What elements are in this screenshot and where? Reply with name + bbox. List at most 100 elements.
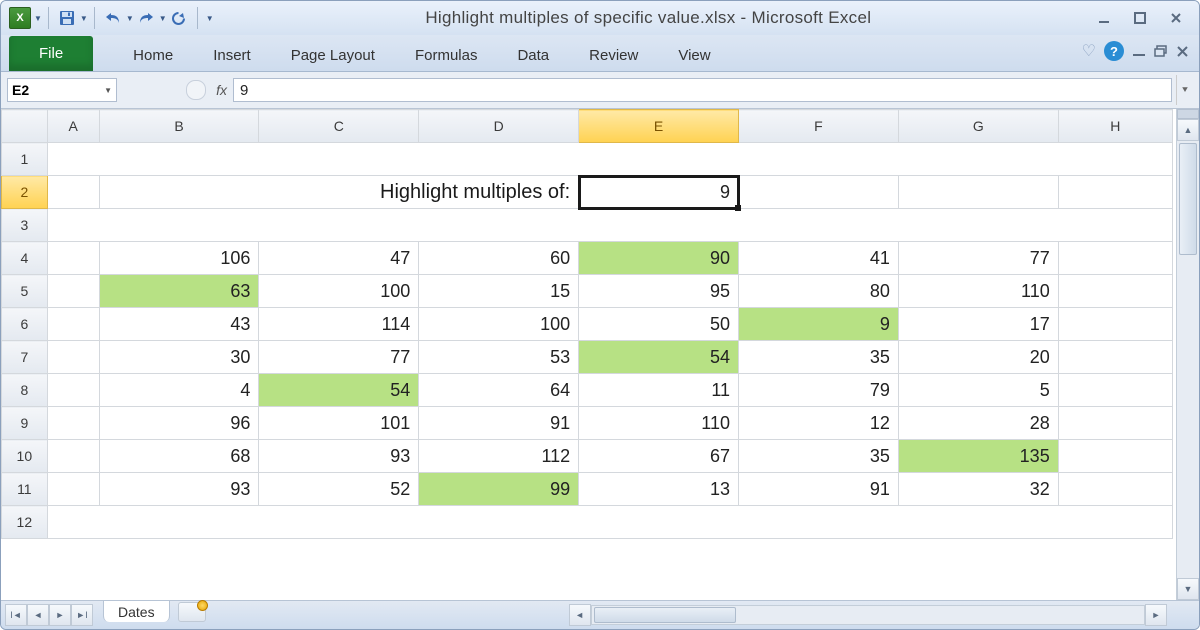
row-header-3[interactable]: 3 bbox=[2, 209, 48, 242]
cell-F7[interactable]: 35 bbox=[739, 341, 899, 374]
sheet-nav-last-icon[interactable]: ►I bbox=[71, 604, 93, 626]
save-dropdown-icon[interactable]: ▼ bbox=[80, 14, 88, 23]
sheet-tab-dates[interactable]: Dates bbox=[103, 600, 170, 622]
row-header-5[interactable]: 5 bbox=[2, 275, 48, 308]
cell-E9[interactable]: 110 bbox=[579, 407, 739, 440]
app-menu-dropdown-icon[interactable]: ▼ bbox=[34, 14, 42, 23]
cell-A5[interactable] bbox=[47, 275, 99, 308]
maximize-button[interactable] bbox=[1125, 6, 1155, 30]
col-header-C[interactable]: C bbox=[259, 110, 419, 143]
cell-C11[interactable]: 52 bbox=[259, 473, 419, 506]
cell-G10[interactable]: 135 bbox=[898, 440, 1058, 473]
cell-H11[interactable] bbox=[1058, 473, 1172, 506]
hscroll-track[interactable] bbox=[591, 605, 1145, 625]
cell-B4[interactable]: 106 bbox=[99, 242, 259, 275]
cell-B5[interactable]: 63 bbox=[99, 275, 259, 308]
tab-data[interactable]: Data bbox=[497, 39, 569, 71]
cell-B9[interactable]: 96 bbox=[99, 407, 259, 440]
cell-H4[interactable] bbox=[1058, 242, 1172, 275]
row-header-7[interactable]: 7 bbox=[2, 341, 48, 374]
row-header-11[interactable]: 11 bbox=[2, 473, 48, 506]
cell-C5[interactable]: 100 bbox=[259, 275, 419, 308]
cell[interactable] bbox=[47, 506, 1172, 539]
cell-F2[interactable] bbox=[739, 176, 899, 209]
workbook-close-icon[interactable] bbox=[1176, 45, 1189, 58]
col-header-H[interactable]: H bbox=[1058, 110, 1172, 143]
cell-C7[interactable]: 77 bbox=[259, 341, 419, 374]
sheet-nav-first-icon[interactable]: I◄ bbox=[5, 604, 27, 626]
cell-C4[interactable]: 47 bbox=[259, 242, 419, 275]
cell-A4[interactable] bbox=[47, 242, 99, 275]
row-header-2[interactable]: 2 bbox=[2, 176, 48, 209]
redo-dropdown-icon[interactable]: ▼ bbox=[159, 14, 167, 23]
cell-E5[interactable]: 95 bbox=[579, 275, 739, 308]
cell-B7[interactable]: 30 bbox=[99, 341, 259, 374]
tab-insert[interactable]: Insert bbox=[193, 39, 271, 71]
tab-file[interactable]: File bbox=[9, 36, 93, 71]
formula-bar-expand-icon[interactable]: ⯆ bbox=[1176, 75, 1193, 105]
cell-H6[interactable] bbox=[1058, 308, 1172, 341]
cell-B6[interactable]: 43 bbox=[99, 308, 259, 341]
col-header-G[interactable]: G bbox=[898, 110, 1058, 143]
row-header-9[interactable]: 9 bbox=[2, 407, 48, 440]
cell-G6[interactable]: 17 bbox=[898, 308, 1058, 341]
cell-A8[interactable] bbox=[47, 374, 99, 407]
cell-G7[interactable]: 20 bbox=[898, 341, 1058, 374]
save-button[interactable] bbox=[55, 6, 79, 30]
tab-review[interactable]: Review bbox=[569, 39, 658, 71]
cell-G9[interactable]: 28 bbox=[898, 407, 1058, 440]
row-header-1[interactable]: 1 bbox=[2, 143, 48, 176]
cell-G5[interactable]: 110 bbox=[898, 275, 1058, 308]
col-header-E[interactable]: E bbox=[579, 110, 739, 143]
undo-button[interactable] bbox=[101, 6, 125, 30]
row-header-8[interactable]: 8 bbox=[2, 374, 48, 407]
undo-dropdown-icon[interactable]: ▼ bbox=[126, 14, 134, 23]
cell-B10[interactable]: 68 bbox=[99, 440, 259, 473]
cell-A11[interactable] bbox=[47, 473, 99, 506]
formula-input[interactable]: 9 bbox=[233, 78, 1172, 102]
split-handle-top[interactable] bbox=[1177, 109, 1199, 119]
cell-G8[interactable]: 5 bbox=[898, 374, 1058, 407]
refresh-button[interactable] bbox=[167, 6, 191, 30]
vertical-scrollbar[interactable]: ▲ ▼ bbox=[1176, 109, 1199, 600]
close-button[interactable] bbox=[1161, 6, 1191, 30]
qat-customize-dropdown-icon[interactable]: ▼ bbox=[206, 14, 214, 23]
cell-H7[interactable] bbox=[1058, 341, 1172, 374]
hscroll-thumb[interactable] bbox=[594, 607, 736, 623]
row-header-12[interactable]: 12 bbox=[2, 506, 48, 539]
col-header-B[interactable]: B bbox=[99, 110, 259, 143]
cell-F4[interactable]: 41 bbox=[739, 242, 899, 275]
minimize-button[interactable] bbox=[1089, 6, 1119, 30]
cell-F5[interactable]: 80 bbox=[739, 275, 899, 308]
cell-E8[interactable]: 11 bbox=[579, 374, 739, 407]
cell[interactable] bbox=[47, 209, 1172, 242]
cell-C8[interactable]: 54 bbox=[259, 374, 419, 407]
name-box[interactable]: E2 ▼ bbox=[7, 78, 117, 102]
cell-D4[interactable]: 60 bbox=[419, 242, 579, 275]
cancel-formula-icon[interactable] bbox=[186, 80, 206, 100]
ribbon-options-icon[interactable]: ♡ bbox=[1082, 41, 1096, 61]
row-header-4[interactable]: 4 bbox=[2, 242, 48, 275]
cell-D8[interactable]: 64 bbox=[419, 374, 579, 407]
scroll-right-icon[interactable]: ► bbox=[1145, 604, 1167, 626]
cell-E2-active[interactable]: 9 bbox=[579, 176, 739, 209]
grid-viewport[interactable]: A B C D E F G H 1 2 Highlight multiples … bbox=[1, 109, 1176, 600]
cell-H8[interactable] bbox=[1058, 374, 1172, 407]
row-header-6[interactable]: 6 bbox=[2, 308, 48, 341]
cell-D6[interactable]: 100 bbox=[419, 308, 579, 341]
row-header-10[interactable]: 10 bbox=[2, 440, 48, 473]
cell-H2[interactable] bbox=[1058, 176, 1172, 209]
tab-view[interactable]: View bbox=[658, 39, 730, 71]
col-header-D[interactable]: D bbox=[419, 110, 579, 143]
tab-home[interactable]: Home bbox=[113, 39, 193, 71]
scroll-left-icon[interactable]: ◄ bbox=[569, 604, 591, 626]
workbook-restore-icon[interactable] bbox=[1154, 45, 1168, 57]
scroll-up-icon[interactable]: ▲ bbox=[1177, 119, 1199, 141]
cell-F11[interactable]: 91 bbox=[739, 473, 899, 506]
cell-C9[interactable]: 101 bbox=[259, 407, 419, 440]
col-header-F[interactable]: F bbox=[739, 110, 899, 143]
cell-G2[interactable] bbox=[898, 176, 1058, 209]
fx-label[interactable]: fx bbox=[216, 82, 227, 98]
cell-A9[interactable] bbox=[47, 407, 99, 440]
help-button[interactable]: ? bbox=[1104, 41, 1124, 61]
